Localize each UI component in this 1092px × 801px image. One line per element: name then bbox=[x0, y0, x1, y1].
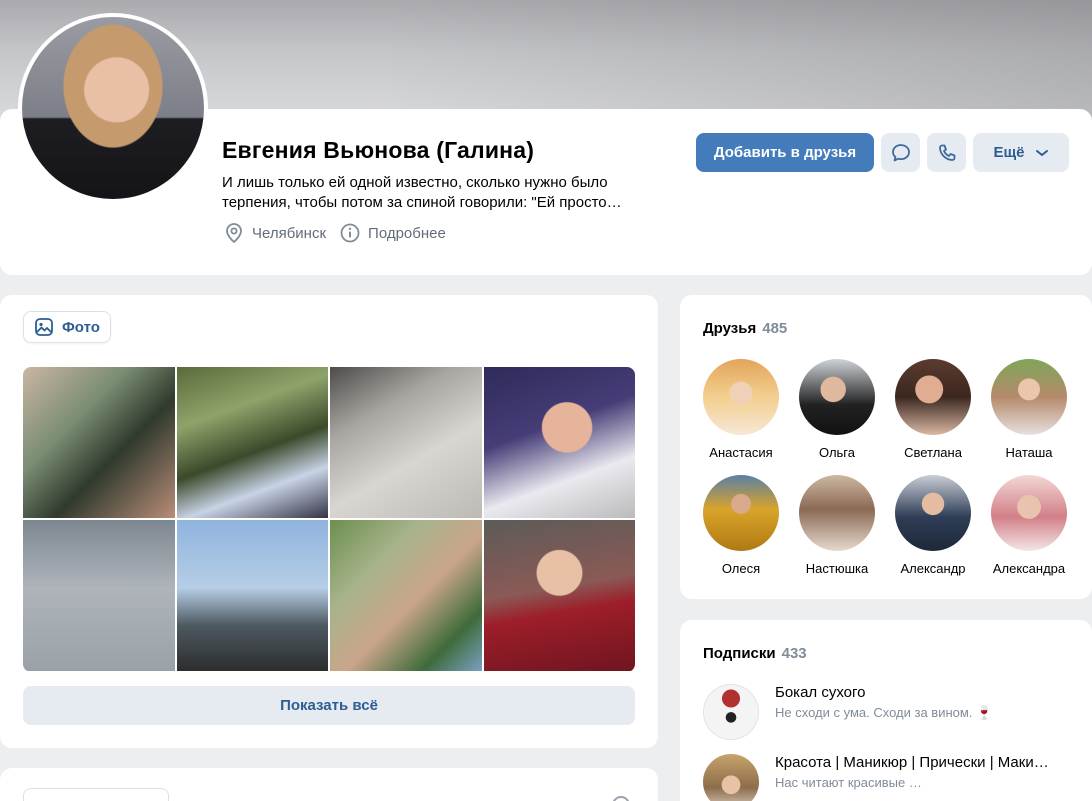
friend-item[interactable]: Анастасия bbox=[693, 359, 789, 460]
photo-grid bbox=[23, 367, 635, 672]
add-friend-button[interactable]: Добавить в друзья bbox=[696, 133, 874, 172]
friend-item[interactable]: Александр bbox=[885, 475, 981, 576]
friend-name: Настюшка bbox=[805, 561, 869, 576]
photo-thumbnail[interactable] bbox=[176, 520, 328, 671]
message-icon bbox=[891, 143, 910, 161]
status-line-2: терпения, чтобы потом за спиной говорили… bbox=[222, 194, 622, 211]
next-section-tab[interactable] bbox=[23, 788, 169, 801]
photo-thumbnail[interactable] bbox=[483, 520, 635, 671]
subscription-desc: Не сходи с ума. Сходи за вином. 🍷 bbox=[775, 705, 993, 720]
avatar-image bbox=[22, 17, 204, 199]
photo-icon bbox=[35, 318, 53, 336]
phone-icon bbox=[938, 144, 955, 161]
subscription-item[interactable]: Бокал сухого Не сходи с ума. Сходи за ви… bbox=[703, 684, 1075, 740]
status-line-1: И лишь только ей одной известно, сколько… bbox=[222, 174, 608, 191]
city-info[interactable]: Челябинск bbox=[224, 222, 326, 244]
photo-thumbnail[interactable] bbox=[176, 367, 328, 518]
more-info-link[interactable]: Подробнее bbox=[340, 223, 446, 243]
friends-header[interactable]: Друзья 485 bbox=[703, 320, 787, 337]
avatar bbox=[895, 359, 971, 435]
avatar bbox=[703, 684, 759, 740]
show-all-photos-button[interactable]: Показать всё bbox=[23, 686, 635, 725]
friend-item[interactable]: Ольга bbox=[789, 359, 885, 460]
friend-name: Александр bbox=[900, 561, 966, 576]
more-actions-button[interactable]: Ещё bbox=[973, 133, 1069, 172]
subscriptions-count: 433 bbox=[781, 645, 807, 662]
friends-title: Друзья bbox=[703, 320, 757, 337]
friend-item[interactable]: Светлана bbox=[885, 359, 981, 460]
avatar bbox=[991, 359, 1067, 435]
subscription-text: Красота | Маникюр | Прически | Маки… Нас… bbox=[775, 754, 1075, 790]
friend-name: Светлана bbox=[904, 445, 962, 460]
info-icon bbox=[340, 223, 360, 243]
next-section-icon[interactable] bbox=[612, 796, 630, 801]
avatar bbox=[703, 359, 779, 435]
photo-thumbnail[interactable] bbox=[23, 520, 175, 671]
photos-section: Фото Показать всё bbox=[0, 295, 658, 748]
photo-thumbnail[interactable] bbox=[330, 520, 482, 671]
more-label: Ещё bbox=[993, 144, 1025, 161]
avatar bbox=[703, 475, 779, 551]
friend-name: Александра bbox=[992, 561, 1066, 576]
avatar bbox=[703, 754, 759, 801]
next-section bbox=[0, 768, 658, 801]
friend-item[interactable]: Александра bbox=[981, 475, 1077, 576]
friend-name: Ольга bbox=[818, 445, 855, 460]
message-button[interactable] bbox=[881, 133, 920, 172]
subscriptions-section: Подписки 433 Бокал сухого Не сходи с ума.… bbox=[680, 620, 1092, 801]
subscription-desc: Нас читают красивые … bbox=[775, 775, 922, 790]
profile-meta: Челябинск Подробнее bbox=[224, 222, 460, 244]
subscription-name: Красота | Маникюр | Прически | Маки… bbox=[775, 754, 1049, 771]
friend-item[interactable]: Настюшка bbox=[789, 475, 885, 576]
photo-thumbnail[interactable] bbox=[23, 367, 175, 518]
friend-name: Олеся bbox=[721, 561, 761, 576]
subscriptions-header[interactable]: Подписки 433 bbox=[703, 645, 807, 662]
friend-name: Анастасия bbox=[709, 445, 773, 460]
avatar bbox=[799, 359, 875, 435]
profile-status[interactable]: И лишь только ей одной известно, сколько… bbox=[222, 173, 662, 213]
profile-name: Евгения Вьюнова (Галина) bbox=[222, 137, 535, 163]
avatar bbox=[991, 475, 1067, 551]
friend-name: Наташа bbox=[1005, 445, 1053, 460]
photo-thumbnail[interactable] bbox=[483, 367, 635, 518]
subscription-text: Бокал сухого Не сходи с ума. Сходи за ви… bbox=[775, 684, 1075, 721]
location-pin-icon bbox=[226, 223, 242, 244]
photo-thumbnail[interactable] bbox=[330, 367, 482, 518]
profile-avatar[interactable] bbox=[18, 13, 208, 203]
tab-photos-label: Фото bbox=[62, 318, 100, 336]
subscription-name: Бокал сухого bbox=[775, 684, 866, 701]
chevron-down-icon bbox=[1035, 149, 1048, 156]
avatar bbox=[895, 475, 971, 551]
subscriptions-title: Подписки bbox=[703, 645, 776, 662]
friends-count: 485 bbox=[762, 320, 788, 337]
more-info-label: Подробнее bbox=[368, 224, 446, 242]
subscription-item[interactable]: Красота | Маникюр | Прически | Маки… Нас… bbox=[703, 754, 1075, 801]
call-button[interactable] bbox=[927, 133, 966, 172]
avatar bbox=[799, 475, 875, 551]
friends-section: Друзья 485 Анастасия Ольга Светлана Наташ… bbox=[680, 295, 1092, 599]
city-label: Челябинск bbox=[252, 224, 327, 242]
tab-photos[interactable]: Фото bbox=[23, 311, 111, 343]
friend-item[interactable]: Олеся bbox=[693, 475, 789, 576]
friend-item[interactable]: Наташа bbox=[981, 359, 1077, 460]
